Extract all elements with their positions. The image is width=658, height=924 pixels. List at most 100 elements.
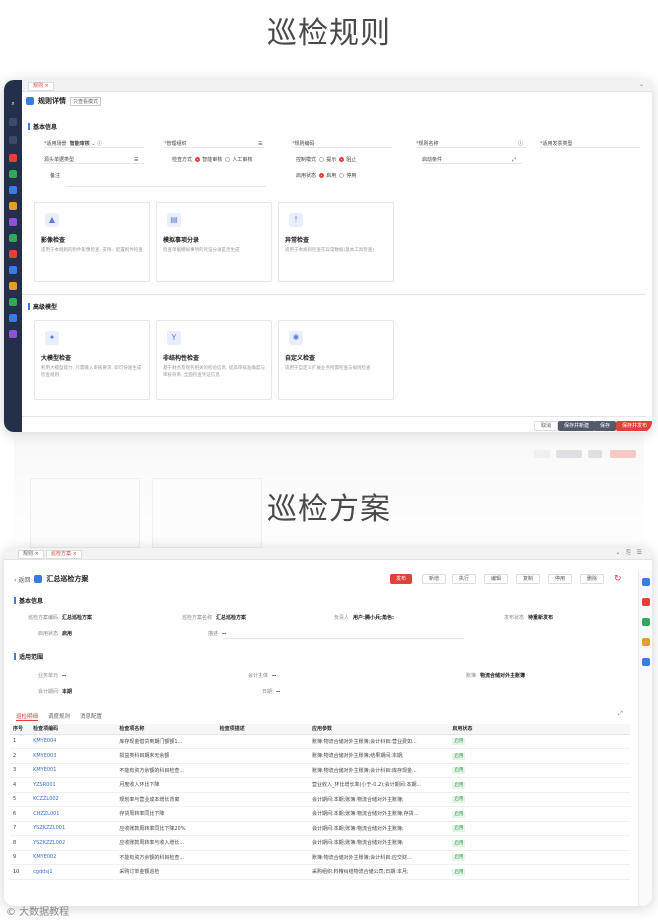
status-badge: 启用	[452, 781, 466, 789]
app-icon-green[interactable]	[9, 170, 17, 178]
edit-button[interactable]: 编辑	[484, 574, 509, 584]
row-code[interactable]: CHZZL001	[30, 806, 117, 822]
app-icon-purple-2[interactable]	[9, 330, 17, 338]
table-row[interactable]: 4 YZSR001 月度收入环比下降 营业收入_环比增长率(小于-0.2);会计期间:…	[10, 777, 630, 793]
menu-icon[interactable]	[9, 136, 17, 144]
field-check-method[interactable]: 检查方式 智能审核 人工审核	[172, 156, 252, 163]
plan-publish-status: 发布状态 待重新发布	[504, 615, 554, 621]
row-index: 9	[10, 850, 31, 865]
field-name[interactable]: *规则名称 ⓘ	[416, 140, 523, 147]
card-image-check[interactable]: ▲ 影像检查 适用于本规则的附件影像检查, 支持、配置附件检查	[34, 202, 150, 282]
table-row[interactable]: 8 YSZKZZL002 应收账款周转率与收入增长... 会计期间:本期;账簿:物流合…	[10, 835, 630, 851]
home-icon[interactable]	[9, 118, 17, 126]
heading-rule: 巡检规则	[267, 16, 391, 51]
row-code[interactable]: YZSR001	[30, 777, 117, 793]
row-code[interactable]: YSZKZZL001	[30, 821, 117, 836]
app-icon-orange-2[interactable]	[9, 282, 17, 290]
mode-tag: 只查看模式	[70, 96, 102, 106]
subtab-message-config[interactable]: 消息配置	[80, 712, 102, 721]
chat-icon[interactable]	[642, 658, 650, 666]
field-enable-status[interactable]: 启用状态 启用 停用	[296, 172, 356, 179]
table-row[interactable]: 9 KMYE002 不能有资方余额的科目检查... 账簿:物流合储对外主账簿;会计科目…	[10, 850, 630, 865]
row-index: 1	[10, 734, 31, 749]
status-badge: 启用	[452, 738, 466, 746]
tab-rule[interactable]: 规则 ×	[28, 82, 54, 91]
window-controls[interactable]: ⌄ ⎘ ☰	[615, 549, 642, 557]
app-icon-orange[interactable]	[9, 202, 17, 210]
ledger-icon: Y	[167, 331, 181, 345]
copy-button[interactable]: 复制	[516, 574, 541, 584]
custom-icon: ✱	[289, 331, 303, 345]
section-basic-info: 基本信息	[28, 122, 57, 131]
plan-tab-bar: 规则 × 巡检方案 × ⌄ ⎘ ☰	[4, 548, 652, 560]
row-index: 8	[10, 835, 31, 851]
window-controls[interactable]: ⌄	[639, 81, 644, 88]
tab-rule[interactable]: 规则 ×	[18, 550, 44, 559]
card-simulated-entry[interactable]: ▤ 模拟事项分录 检查单据模拟事项的凭证分录是否生成	[156, 202, 272, 282]
assistant-icon[interactable]	[642, 578, 650, 586]
expand-icon[interactable]: ⤢	[618, 710, 623, 718]
edit-icon[interactable]	[642, 618, 650, 626]
help-icon[interactable]	[642, 638, 650, 646]
row-code[interactable]: KCZZL002	[30, 792, 117, 807]
publish-button[interactable]: 发布	[390, 574, 413, 584]
app-icon-purple[interactable]	[9, 218, 17, 226]
row-name: 规划率与营业成本增长背离	[116, 792, 217, 807]
field-doc-type[interactable]: 源头单据类型 ☰	[44, 156, 139, 163]
row-code[interactable]: KMYE001	[30, 763, 117, 778]
scope-date: 日期 --	[262, 689, 281, 695]
search-icon[interactable]: ⌕	[9, 100, 17, 108]
table-row[interactable]: 1 KMYE004 库存现金借贷到期门额额1... 账簿:物流合储对外主账簿;会计科目…	[10, 734, 630, 749]
disable-button[interactable]: 停用	[548, 574, 573, 584]
row-name: 存货周转率同比下降	[116, 806, 217, 822]
status-badge: 启用	[452, 752, 466, 760]
execute-button[interactable]: 执行	[452, 574, 477, 584]
card-anomaly-check[interactable]: ! 异常检查 适用于本规则检查在异常数据(基本工具检查)	[278, 202, 394, 282]
back-link[interactable]: ‹ 返回	[14, 575, 30, 584]
save-and-new-button[interactable]: 保存并新建	[558, 421, 596, 431]
row-index: 7	[10, 821, 31, 836]
row-status: 启用	[449, 850, 630, 865]
app-icon-green-2[interactable]	[9, 234, 17, 242]
cancel-button[interactable]: 取消	[534, 421, 559, 431]
tab-inspection-plan[interactable]: 巡检方案 ×	[46, 550, 82, 559]
field-invoice[interactable]: *适用发票类型	[540, 140, 573, 147]
app-icon-blue-2[interactable]	[9, 266, 17, 274]
field-control-mode[interactable]: 控制模式 提示 阻止	[296, 156, 356, 163]
refresh-icon[interactable]: ↻	[614, 574, 622, 584]
row-index: 3	[10, 763, 31, 778]
table-row[interactable]: 3 KMYE001 不能有资方余额的科目检查... 账簿:物流合储对外主账簿;会计科目…	[10, 763, 630, 778]
row-code[interactable]: cgddsj1	[30, 864, 117, 880]
add-button[interactable]: 新增	[422, 574, 447, 584]
app-icon-red-2[interactable]	[9, 250, 17, 258]
table-row[interactable]: 5 KCZZL002 规划率与营业成本增长背离 会计期间:本期;账簿:物流合储对外主账…	[10, 792, 630, 807]
field-remark[interactable]: 备注	[50, 172, 60, 179]
card-unstructured-check[interactable]: Y 非结构性检查 基于财务及财务相关的检验信息, 提高审核准确度与审核效率, 全…	[156, 320, 272, 400]
row-code[interactable]: KMYE004	[30, 734, 117, 749]
card-custom-check[interactable]: ✱ 自定义检查 适用于自定义扩展业务所需检查与规则检查	[278, 320, 394, 400]
field-scene[interactable]: *适用场景 智能审核 ⌄ ⓘ	[44, 140, 102, 147]
field-start-condition[interactable]: 启动条件 ⤢	[422, 156, 516, 163]
delete-button[interactable]: 删除	[580, 574, 605, 584]
row-code[interactable]: YSZKZZL002	[30, 835, 117, 851]
subtab-inspection-detail[interactable]: 巡检明细	[16, 712, 39, 721]
row-code[interactable]: KMYE003	[30, 748, 117, 764]
field-code[interactable]: *规则编码	[292, 140, 315, 147]
alert-icon[interactable]	[642, 598, 650, 606]
row-params: 会计期间:本期;账簿:物流合储对外主账簿;存货...	[308, 806, 450, 822]
app-icon-green-3[interactable]	[9, 298, 17, 306]
row-code[interactable]: KMYE002	[30, 850, 117, 865]
save-button[interactable]: 保存	[594, 421, 617, 431]
app-icon-red[interactable]	[9, 154, 17, 162]
app-icon-blue[interactable]	[9, 186, 17, 194]
row-params: 会计期间:本期;账簿:物流合储对外主账簿;	[308, 835, 450, 851]
app-icon-blue-3[interactable]	[9, 314, 17, 322]
table-row[interactable]: 7 YSZKZZL001 应收账款周转率同比下降20% 会计期间:本期;账簿:物流合储…	[10, 821, 630, 836]
table-row[interactable]: 2 KMYE003 损益类科目期末无余额 账簿:物流合储对外主账簿;结果期间:本期; 启…	[10, 748, 630, 764]
card-llm-check[interactable]: ✦ 大模型检查 利用大模型能力, 只需输入审核要求, 即可快速生成检查规则	[34, 320, 150, 400]
save-and-publish-button[interactable]: 保存并发布	[616, 421, 652, 431]
subtab-schedule-rule[interactable]: 调度规则	[48, 712, 70, 721]
table-row[interactable]: 10 cgddsj1 采购订单金额巡检 采购组织:料粮纠结物流合储公司;日期:本月; 启…	[10, 864, 630, 880]
field-org[interactable]: *管理组织 ☰	[164, 140, 263, 147]
table-row[interactable]: 6 CHZZL001 存货周转率同比下降 会计期间:本期;账簿:物流合储对外主账簿;存…	[10, 806, 630, 822]
